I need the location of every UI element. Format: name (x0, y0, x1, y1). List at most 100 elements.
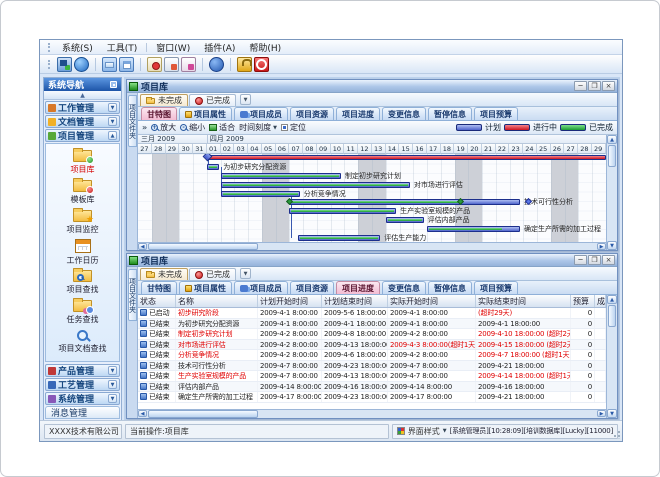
scroll-left-arrow[interactable]: ◀ (138, 410, 147, 417)
gantt-task-bar[interactable] (221, 173, 341, 179)
menu-item-4[interactable]: 插件(A) (197, 40, 242, 55)
column-header-3[interactable]: 计划开始时间 (258, 295, 322, 307)
scroll-thumb[interactable] (148, 410, 258, 418)
subtab-5[interactable]: 项目进度 (336, 107, 380, 120)
minimize-button[interactable]: ─ (574, 81, 587, 91)
window-titlebar[interactable]: 项目库 ─ ❐ × (127, 254, 617, 267)
resize-grip[interactable] (612, 431, 620, 439)
table-row[interactable]: 已结束生产实验室规模的产品2009-4-7 8:00:002009-4-13 1… (138, 371, 606, 382)
internet-icon[interactable] (74, 57, 89, 72)
interface-style-icon[interactable] (397, 427, 405, 435)
scroll-up-arrow[interactable]: ▲ (607, 295, 617, 304)
sidebar-item-7[interactable]: 项目文档查找 (46, 327, 119, 357)
file-tab-uncompleted[interactable]: 未完成 (140, 268, 188, 280)
menu-item-3[interactable]: 窗口(W) (149, 40, 197, 55)
chevron-down-icon[interactable]: ▼ (443, 428, 447, 434)
column-header-4[interactable]: 计划结束时间 (322, 295, 388, 307)
scroll-right-arrow[interactable]: ▶ (597, 243, 606, 250)
gantt-task-bar[interactable] (289, 199, 520, 205)
scroll-down-arrow[interactable]: ▼ (607, 409, 617, 418)
scroll-up-arrow[interactable]: ▲ (607, 135, 617, 144)
column-header-1[interactable]: 状态 (138, 295, 176, 307)
table-header[interactable]: 状态名称计划开始时间计划结束时间实际开始时间实际结束时间预算成 (138, 295, 606, 308)
sidebar-item-3[interactable]: ★项目监控 (46, 207, 119, 237)
subtab-6[interactable]: 变更信息 (382, 281, 426, 294)
table-row[interactable]: 已结束制定初步研究计划2009-4-2 8:00:002009-4-8 18:0… (138, 329, 606, 340)
scroll-left-arrow[interactable]: ◀ (138, 243, 147, 250)
subtab-3[interactable]: 项目成员 (234, 281, 288, 294)
sidebar-group-bottom-2[interactable]: 工艺管理▼ (45, 378, 120, 391)
subtab-2[interactable]: 项目属性 (179, 107, 232, 120)
mail-new-icon[interactable] (147, 57, 162, 72)
zoom-out-button[interactable]: -缩小 (180, 122, 205, 133)
gantt-vertical-scrollbar[interactable]: ▲ ▼ (606, 135, 617, 250)
gantt-horizontal-scrollbar[interactable]: ◀▶ (138, 242, 606, 250)
help-icon[interactable] (209, 57, 224, 72)
gantt-summary-bar[interactable] (207, 155, 606, 160)
sidebar-group-bottom-1[interactable]: 产品管理▼ (45, 364, 120, 377)
subtab-7[interactable]: 暂停信息 (428, 107, 472, 120)
subtab-4[interactable]: 项目资源 (290, 107, 334, 120)
folder-icon[interactable] (102, 57, 117, 72)
scroll-thumb[interactable] (608, 305, 616, 327)
mail-edit-icon[interactable] (164, 57, 179, 72)
gantt-task-bar[interactable] (221, 191, 300, 197)
zoom-in-button[interactable]: +放大 (151, 122, 176, 133)
table-row[interactable]: 已启动初步研究阶段2009-4-1 8:00:002009-5-6 18:00:… (138, 308, 606, 319)
scroll-thumb[interactable] (148, 243, 258, 250)
subtab-6[interactable]: 变更信息 (382, 107, 426, 120)
table-vertical-scrollbar[interactable]: ▲ ▼ (606, 295, 617, 418)
scroll-down-arrow[interactable]: ▼ (607, 241, 617, 250)
sidebar-tab-messages[interactable]: 消息管理 (45, 406, 120, 419)
gantt-task-bar[interactable] (221, 182, 410, 188)
table-row[interactable]: 已结束分析竞争情况2009-4-2 8:00:002009-4-6 18:00:… (138, 350, 606, 361)
subtab-4[interactable]: 项目资源 (290, 281, 334, 294)
sidebar-item-4[interactable]: 工作日历 (46, 237, 119, 267)
chevron-down-icon[interactable]: ▼ (108, 366, 117, 375)
column-header-8[interactable]: 成 (595, 295, 606, 307)
chevron-down-icon[interactable]: ▼ (108, 394, 117, 403)
window-titlebar[interactable]: 项目库 ─ ❐ × (127, 80, 617, 93)
sidebar-item-1[interactable]: 项目库 (46, 147, 119, 177)
scroll-right-arrow[interactable]: ▶ (597, 410, 606, 417)
gantt-task-bar[interactable] (289, 208, 396, 214)
table-row[interactable]: 已结束对市场进行评估2009-4-2 8:00:002009-4-13 18:0… (138, 340, 606, 351)
subtab-8[interactable]: 项目预算 (474, 281, 518, 294)
close-button[interactable]: × (602, 255, 615, 265)
more-tabs-button[interactable]: ▼ (240, 268, 251, 279)
menu-item-2[interactable]: 工具(T) (100, 40, 145, 55)
sidebar-collapse-button[interactable]: ▲ (44, 91, 121, 100)
table-row[interactable]: 已结束技术可行性分析2009-4-7 8:00:002009-4-23 18:0… (138, 361, 606, 372)
gantt-task-bar[interactable] (298, 235, 381, 241)
gantt-chart[interactable]: 三月 2009四月 200927282930310102030405060708… (138, 135, 606, 250)
chevron-down-icon[interactable]: ▼ (108, 103, 117, 112)
pin-icon[interactable] (110, 81, 117, 88)
interface-style-label[interactable]: 界面样式 (408, 426, 440, 437)
chevron-up-icon[interactable]: ▲ (108, 131, 117, 140)
gantt-task-bar[interactable] (207, 164, 219, 170)
subtab-3[interactable]: 项目成员 (234, 107, 288, 120)
file-tab-completed[interactable]: 已完成 (189, 268, 236, 280)
scroll-thumb[interactable] (608, 145, 616, 167)
sidebar-item-6[interactable]: 任务查找 (46, 297, 119, 327)
subtab-5[interactable]: 项目进度 (336, 281, 380, 294)
project-folders-vertical-tab[interactable]: 项目文件夹 (128, 269, 137, 321)
restore-button[interactable]: ❐ (588, 81, 601, 91)
restore-button[interactable]: ❐ (588, 255, 601, 265)
menu-item-1[interactable]: 系统(S) (55, 40, 100, 55)
sidebar-group-bottom-3[interactable]: 系统管理▼ (45, 392, 120, 405)
gantt-task-bar[interactable] (386, 217, 424, 223)
sidebar-group-top-2[interactable]: 文档管理▼ (45, 115, 120, 128)
exit-icon[interactable] (254, 57, 269, 72)
gantt-task-bar[interactable] (427, 226, 520, 232)
locate-button[interactable]: 定位 (281, 122, 306, 133)
toolbar-overflow-chevron[interactable]: » (142, 123, 147, 132)
column-header-2[interactable]: 名称 (176, 295, 258, 307)
sidebar-item-5[interactable]: 项目查找 (46, 267, 119, 297)
sidebar-group-top-1[interactable]: 工作管理▼ (45, 101, 120, 114)
workstation-icon[interactable] (57, 57, 72, 72)
sidebar-group-top-3[interactable]: 项目管理▲ (45, 129, 120, 142)
column-header-5[interactable]: 实际开始时间 (388, 295, 476, 307)
minimize-button[interactable]: ─ (574, 255, 587, 265)
table-row[interactable]: 已结束评估内部产品2009-4-14 8:00:002009-4-16 18:0… (138, 382, 606, 393)
